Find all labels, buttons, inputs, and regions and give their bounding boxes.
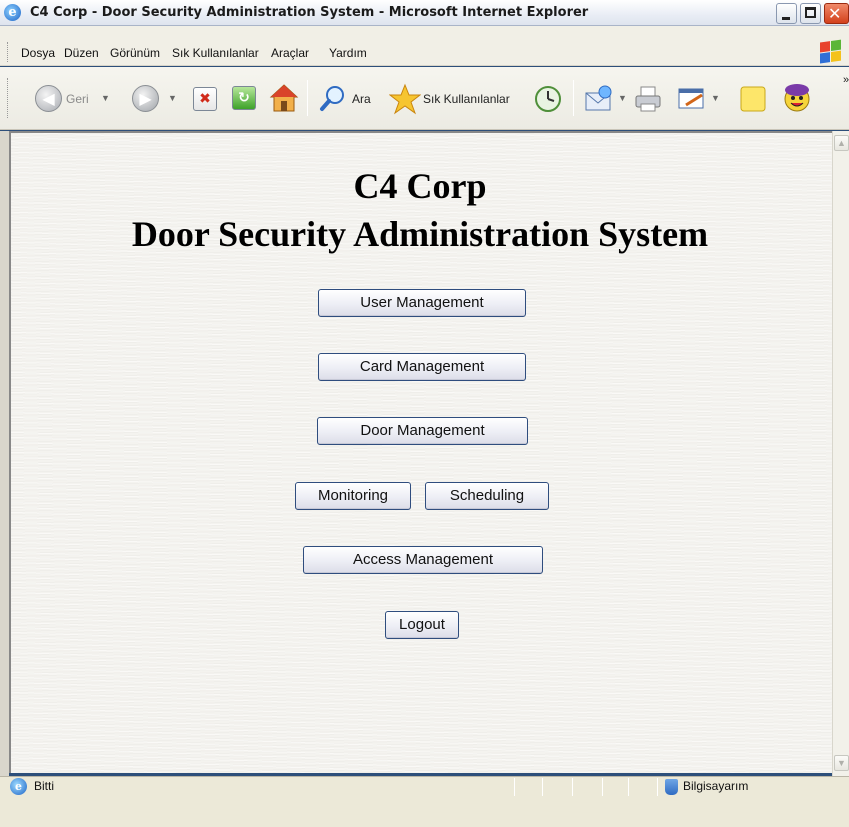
status-divider [514, 778, 515, 796]
search-button[interactable] [318, 84, 348, 114]
vertical-scrollbar[interactable]: ▲ ▼ [832, 131, 849, 776]
scroll-down-button[interactable]: ▼ [834, 755, 849, 771]
monitoring-button[interactable]: Monitoring [295, 482, 411, 510]
door-management-button[interactable]: Door Management [317, 417, 528, 445]
forward-button[interactable]: ▶ [132, 85, 159, 112]
search-label[interactable]: Ara [352, 92, 371, 106]
close-icon: ✕ [828, 4, 842, 23]
refresh-icon: ↻ [238, 90, 250, 106]
notes-button[interactable] [739, 85, 767, 113]
refresh-button[interactable]: ↻ [232, 86, 256, 110]
toolbar-separator [307, 80, 308, 116]
status-divider [572, 778, 573, 796]
mail-icon [585, 85, 612, 111]
ie-logo-icon[interactable]: e [4, 4, 21, 21]
close-button[interactable]: ✕ [824, 3, 849, 24]
favorites-label[interactable]: Sık Kullanılanlar [423, 92, 510, 106]
menu-araclar[interactable]: Araçlar [271, 46, 309, 60]
notes-icon [740, 86, 766, 112]
status-divider [602, 778, 603, 796]
page-done-icon: e [10, 778, 27, 795]
edit-dropdown-icon[interactable]: ▼ [711, 93, 720, 103]
status-divider [542, 778, 543, 796]
page-subtitle: Door Security Administration System [131, 214, 709, 254]
status-divider [628, 778, 629, 796]
mail-button[interactable] [583, 84, 615, 114]
minimize-icon [782, 17, 790, 20]
back-icon: ◀ [42, 89, 55, 108]
home-icon [269, 84, 299, 112]
window-title: C4 Corp - Door Security Administration S… [30, 5, 589, 20]
edit-button[interactable] [676, 85, 708, 113]
toolbar-separator [573, 80, 574, 116]
forward-dropdown-icon[interactable]: ▼ [168, 93, 177, 103]
card-management-button[interactable]: Card Management [318, 353, 526, 381]
history-button[interactable] [533, 84, 563, 114]
menubar-grip[interactable] [7, 42, 9, 62]
user-management-button[interactable]: User Management [318, 289, 526, 317]
browser-window: e C4 Corp - Door Security Administration… [0, 0, 849, 827]
status-divider [657, 778, 658, 796]
back-dropdown-icon[interactable]: ▼ [101, 93, 110, 103]
stop-icon: ✖ [199, 91, 211, 107]
menu-gorunum[interactable]: Görünüm [110, 46, 160, 60]
page-title: C4 Corp [353, 166, 487, 206]
messenger-button[interactable] [780, 82, 814, 114]
menu-favorites[interactable]: Sık Kullanılanlar [172, 46, 259, 60]
forward-icon: ▶ [139, 89, 152, 108]
back-label[interactable]: Geri [66, 92, 89, 106]
mail-dropdown-icon[interactable]: ▼ [618, 93, 627, 103]
edit-icon [678, 88, 704, 109]
favorites-button[interactable] [388, 83, 422, 115]
restore-button[interactable] [800, 3, 821, 24]
restore-icon [805, 7, 816, 18]
title-bar[interactable]: e C4 Corp - Door Security Administration… [0, 0, 849, 26]
logout-button[interactable]: Logout [385, 611, 459, 639]
menubar-top-strip [0, 26, 849, 38]
messenger-icon [784, 84, 810, 112]
scroll-up-button[interactable]: ▲ [834, 135, 849, 151]
history-icon [535, 86, 561, 112]
access-management-button[interactable]: Access Management [303, 546, 543, 574]
menu-duzen[interactable]: Düzen [64, 46, 99, 60]
minimize-button[interactable] [776, 3, 797, 24]
back-button[interactable]: ◀ [35, 85, 62, 112]
print-button[interactable] [633, 84, 663, 114]
status-bar-lower [0, 798, 849, 827]
search-icon [320, 86, 344, 111]
scheduling-button[interactable]: Scheduling [425, 482, 549, 510]
security-zone-label: Bilgisayarım [683, 779, 749, 793]
toolbar-overflow-icon[interactable]: » [843, 74, 849, 86]
status-text: Bitti [34, 779, 55, 793]
menu-dosya[interactable]: Dosya [21, 46, 55, 60]
computer-zone-icon [665, 779, 678, 795]
toolbar-grip[interactable] [7, 78, 9, 118]
home-button[interactable] [269, 82, 299, 114]
menu-yardim[interactable]: Yardım [329, 46, 367, 60]
favorites-star-icon [388, 83, 422, 115]
stop-button[interactable]: ✖ [193, 87, 217, 111]
print-icon [635, 86, 661, 112]
windows-logo-icon [820, 39, 842, 65]
